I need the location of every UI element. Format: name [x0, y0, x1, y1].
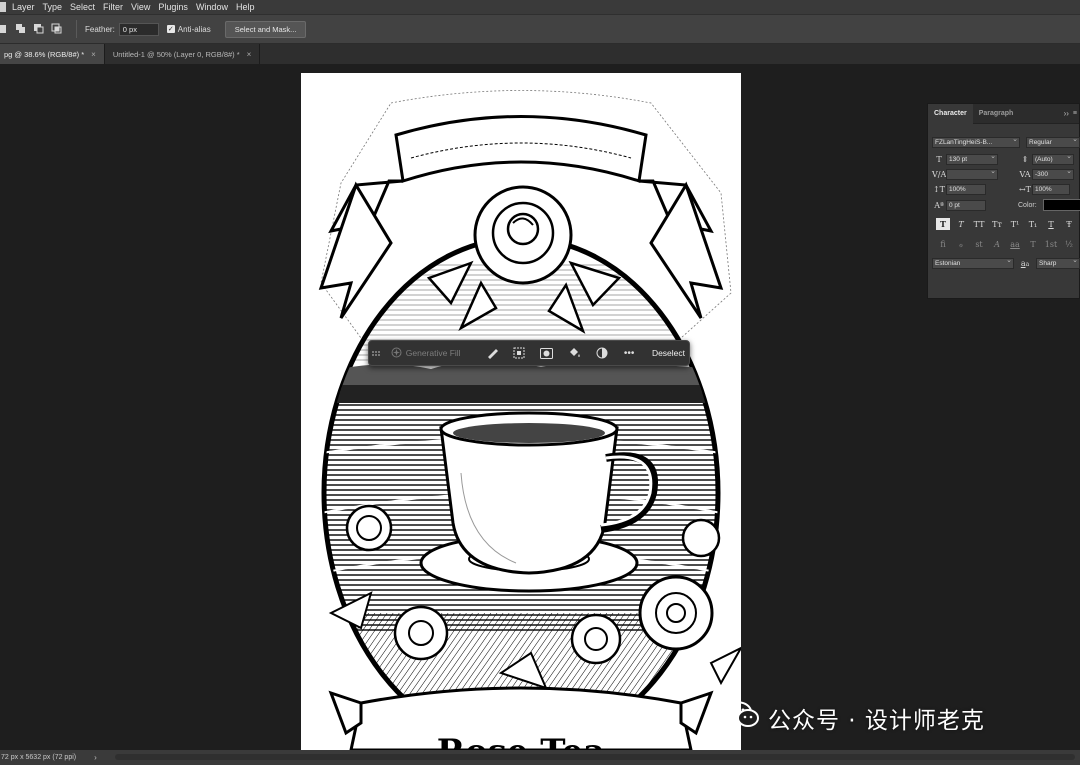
- vertical-scale-icon: ↕T: [932, 185, 946, 194]
- menu-bar: Layer Type Select Filter View Plugins Wi…: [0, 0, 1080, 14]
- contextual-task-bar: Generative Fill ••• Deselect: [368, 340, 690, 366]
- swash-button[interactable]: A: [990, 238, 1004, 250]
- tab-character[interactable]: Character: [928, 103, 973, 124]
- add-selection-icon[interactable]: [14, 22, 28, 36]
- adjustment-icon[interactable]: [591, 344, 613, 362]
- titling-button[interactable]: aa: [1008, 238, 1022, 250]
- options-bar: Feather: 0 px ✓ Anti-alias Select and Ma…: [0, 14, 1080, 44]
- invert-selection-icon[interactable]: [508, 344, 530, 362]
- artwork-title: Rose Tea: [437, 732, 606, 750]
- anti-alias-icon: aa: [1020, 259, 1030, 268]
- horizontal-scale-field[interactable]: 100%: [1032, 184, 1070, 195]
- font-style-select[interactable]: Regular: [1026, 137, 1080, 148]
- language-select[interactable]: Estonian: [932, 258, 1014, 269]
- panel-menu-icon[interactable]: ≡: [1073, 110, 1077, 117]
- menu-plugins[interactable]: Plugins: [158, 2, 188, 12]
- discretionary-ligatures-button[interactable]: ℴ: [954, 238, 968, 250]
- anti-alias-label: Anti-alias: [177, 24, 211, 34]
- modify-selection-icon[interactable]: [481, 344, 503, 362]
- watermark-text: 公众号 · 设计师老克: [768, 708, 985, 734]
- color-label: Color:: [1018, 201, 1037, 209]
- tab-label: Untitled-1 @ 50% (Layer 0, RGB/8#) *: [112, 49, 240, 59]
- document-canvas[interactable]: Rose Tea: [301, 73, 741, 750]
- ligatures-button[interactable]: fi: [936, 238, 950, 250]
- menu-layer[interactable]: Layer: [12, 2, 35, 12]
- deselect-button[interactable]: Deselect: [648, 348, 689, 358]
- status-menu-icon[interactable]: ›: [94, 753, 97, 762]
- character-panel: Character Paragraph ›› ≡ FZLanTingHeiS-B…: [927, 103, 1080, 299]
- divider: [76, 20, 77, 38]
- menu-filter[interactable]: Filter: [103, 2, 123, 12]
- subtract-selection-icon[interactable]: [32, 22, 46, 36]
- panel-collapse-icon[interactable]: ››: [1064, 109, 1069, 118]
- font-family-select[interactable]: FZLanTingHeiS-B...: [932, 137, 1020, 148]
- kerning-icon: V/A: [932, 170, 947, 179]
- select-and-mask-button[interactable]: Select and Mask...: [224, 20, 307, 38]
- app-icon[interactable]: [0, 2, 6, 12]
- vertical-scale-field[interactable]: 100%: [946, 184, 986, 195]
- close-icon[interactable]: ×: [247, 50, 252, 59]
- tab-document-active[interactable]: pg @ 38.6% (RGB/8#) * ×: [0, 44, 105, 64]
- intersect-selection-icon[interactable]: [50, 22, 64, 36]
- leading-field[interactable]: (Auto): [1032, 154, 1074, 165]
- feather-input[interactable]: 0 px: [118, 22, 159, 36]
- horizontal-scale-icon: ↔T: [1018, 185, 1032, 194]
- stylistic-alternates-button[interactable]: st: [972, 238, 986, 250]
- fill-bucket-icon[interactable]: [563, 344, 585, 362]
- text-color-swatch[interactable]: [1042, 199, 1080, 211]
- status-bar: 72 px x 5632 px (72 ppi) ›: [0, 750, 1080, 765]
- wechat-icon: [726, 701, 760, 735]
- menu-help[interactable]: Help: [236, 2, 255, 12]
- superscript-button[interactable]: T¹: [1008, 218, 1022, 230]
- kerning-field[interactable]: [946, 169, 998, 180]
- underline-button[interactable]: T: [1044, 218, 1058, 230]
- generative-fill-button[interactable]: Generative Fill: [385, 344, 475, 362]
- subscript-button[interactable]: T₁: [1026, 218, 1040, 230]
- tab-paragraph[interactable]: Paragraph: [973, 104, 1020, 124]
- tab-label: pg @ 38.6% (RGB/8#) *: [4, 49, 85, 59]
- photoshop-window: Layer Type Select Filter View Plugins Wi…: [0, 0, 1080, 765]
- watermark: 公众号 · 设计师老克: [726, 701, 985, 735]
- faux-italic-button[interactable]: T: [954, 218, 968, 230]
- tracking-field[interactable]: -300: [1032, 169, 1074, 180]
- ordinals-button[interactable]: T: [1026, 238, 1040, 250]
- anti-alias-icon-text: a: [1025, 261, 1030, 268]
- drag-handle-icon[interactable]: [371, 346, 381, 360]
- workspace: Rose Tea Generative Fill: [0, 64, 1080, 750]
- panel-tabs: Character Paragraph ›› ≡: [928, 103, 1079, 124]
- document-tabs: pg @ 38.6% (RGB/8#) * × Untitled-1 @ 50%…: [0, 44, 1080, 64]
- fractions-button[interactable]: ½: [1062, 238, 1076, 250]
- font-size-field[interactable]: 130 pt: [946, 154, 998, 165]
- rose-tea-illustration: Rose Tea: [318, 90, 741, 750]
- more-options-icon[interactable]: •••: [618, 344, 640, 362]
- faux-bold-button[interactable]: T: [936, 218, 950, 230]
- close-icon[interactable]: ×: [91, 50, 96, 59]
- tracking-icon: VA: [1019, 170, 1031, 179]
- mask-icon[interactable]: [536, 344, 558, 362]
- baseline-shift-icon: Aª: [934, 200, 944, 210]
- menu-view[interactable]: View: [131, 2, 150, 12]
- feather-label: Feather:: [85, 24, 115, 34]
- small-caps-button[interactable]: Tт: [990, 218, 1004, 230]
- all-caps-button[interactable]: TT: [972, 218, 986, 230]
- menu-window[interactable]: Window: [196, 2, 228, 12]
- generative-fill-label: Generative Fill: [405, 348, 461, 358]
- anti-alias-checkbox[interactable]: ✓: [166, 25, 175, 33]
- horizontal-scrollbar[interactable]: [115, 754, 1075, 760]
- document-info: 72 px x 5632 px (72 ppi): [1, 754, 77, 761]
- tab-untitled[interactable]: Untitled-1 @ 50% (Layer 0, RGB/8#) * ×: [105, 44, 261, 64]
- ordinal-suffix-button[interactable]: 1st: [1044, 238, 1058, 250]
- menu-type[interactable]: Type: [43, 2, 63, 12]
- font-size-icon: T: [936, 155, 942, 164]
- generative-fill-icon: [391, 347, 402, 360]
- menu-select[interactable]: Select: [70, 2, 95, 12]
- anti-alias-select[interactable]: Sharp: [1036, 258, 1080, 269]
- baseline-shift-field[interactable]: 0 pt: [946, 199, 986, 211]
- leading-icon: ⇕: [1021, 155, 1029, 164]
- new-selection-icon[interactable]: [0, 22, 10, 36]
- strikethrough-button[interactable]: Ŧ: [1062, 218, 1076, 230]
